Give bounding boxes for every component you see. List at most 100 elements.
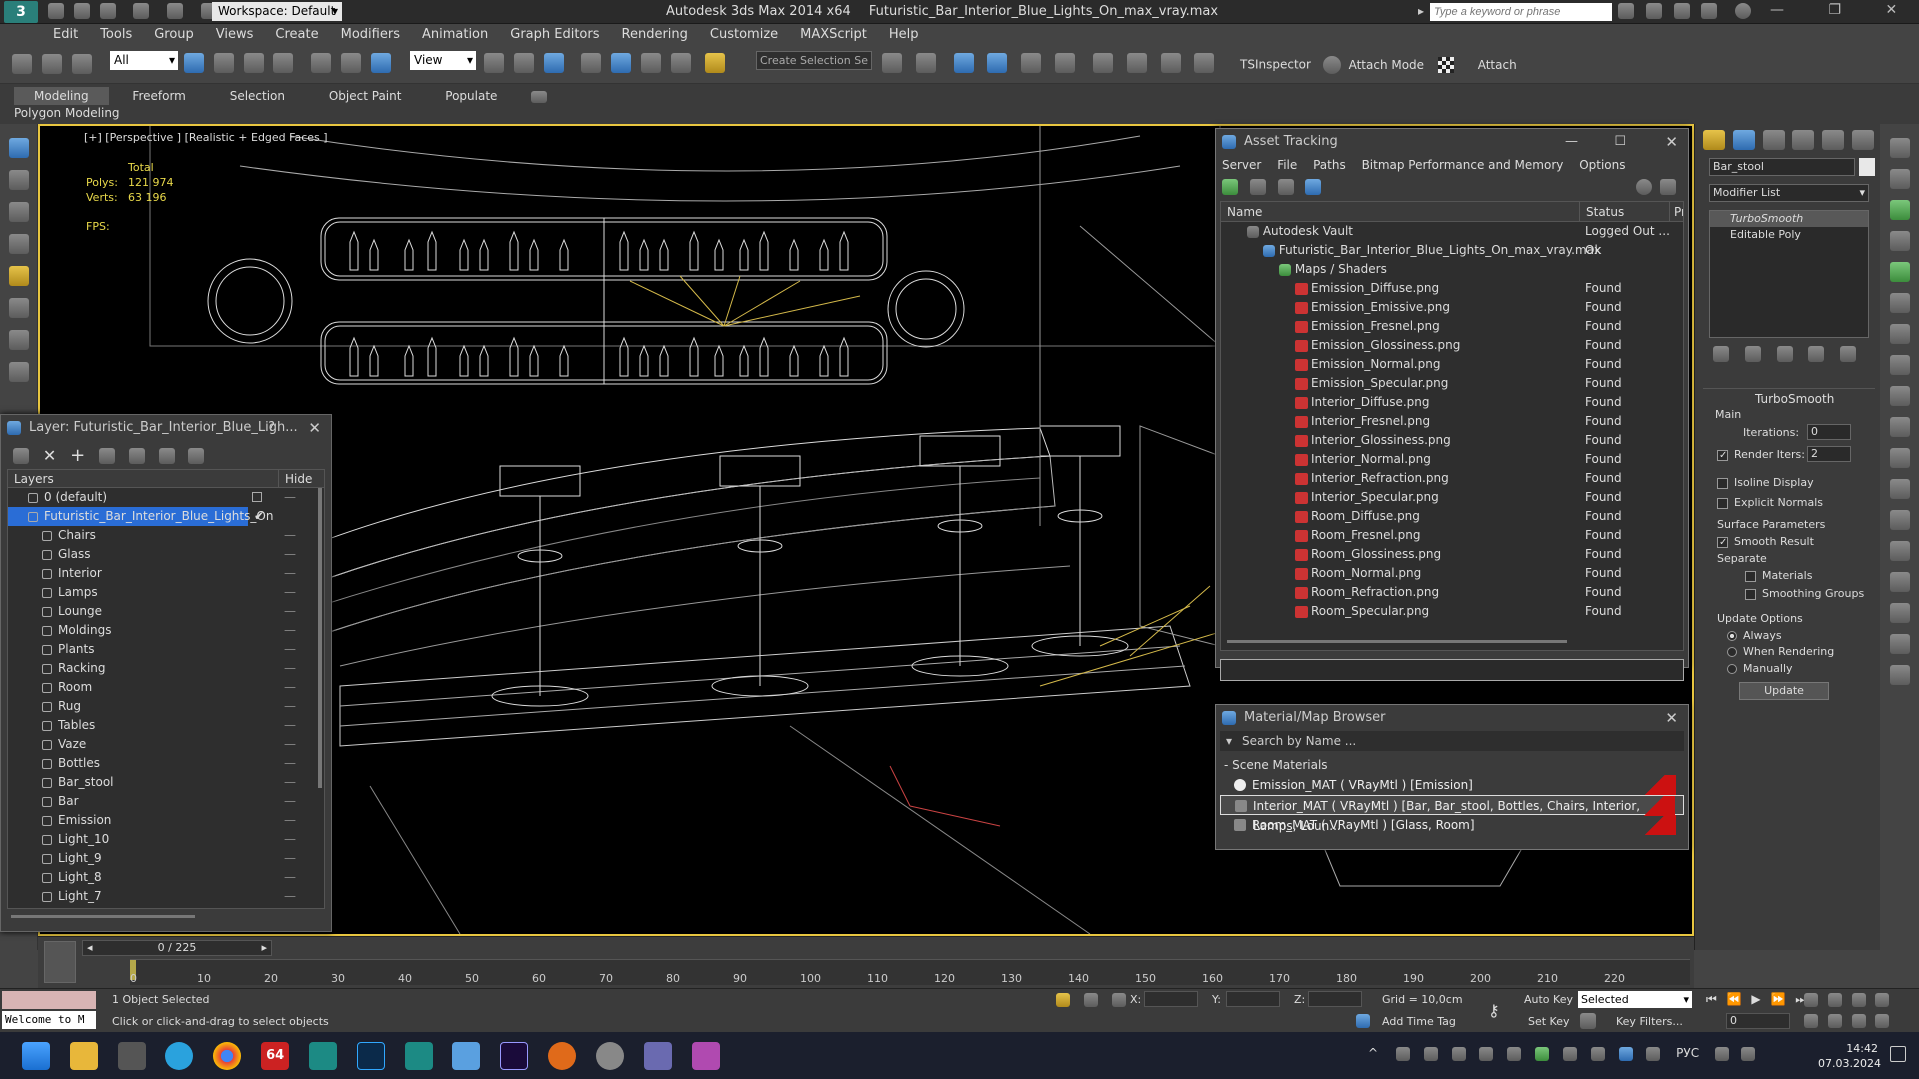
asset-file-row[interactable]: Interior_Refraction.png Found	[1221, 469, 1683, 488]
show-end-result-icon[interactable]	[1744, 346, 1761, 362]
asset-help-icon[interactable]	[1636, 179, 1652, 195]
hide-toggle[interactable]: —	[284, 792, 296, 811]
tray-icon-6[interactable]	[1535, 1046, 1550, 1061]
set-key-button[interactable]: Set Key	[1528, 1015, 1570, 1028]
attach-button[interactable]: Attach	[1478, 58, 1517, 72]
next-key-icon[interactable]: ⏩	[1770, 992, 1785, 1006]
curve-editor-icon[interactable]	[1021, 53, 1042, 73]
set-keys-icon[interactable]	[1580, 1013, 1596, 1029]
rect-selection-icon[interactable]	[243, 53, 264, 73]
app-64-icon[interactable]: 64	[261, 1042, 290, 1070]
menu-edit[interactable]: Edit	[42, 24, 89, 46]
prev-key-icon[interactable]: ⏪	[1727, 992, 1742, 1006]
hide-toggle[interactable]: —	[284, 640, 296, 659]
tray-icon-4[interactable]	[1479, 1046, 1494, 1061]
make-unique-icon[interactable]	[1776, 346, 1793, 362]
asset-file-row[interactable]: Emission_Glossiness.png Found	[1221, 336, 1683, 355]
rotate-icon[interactable]	[341, 53, 362, 73]
notepad-icon[interactable]	[452, 1042, 481, 1070]
pivot-center-icon[interactable]	[484, 53, 504, 73]
active-layer-box[interactable]	[252, 492, 262, 502]
asset-file-row[interactable]: Interior_Specular.png Found	[1221, 488, 1683, 507]
edit-named-selection-icon[interactable]	[704, 53, 725, 73]
hide-toggle[interactable]: —	[284, 526, 296, 545]
menu-graph-editors[interactable]: Graph Editors	[499, 24, 610, 46]
menu-animation[interactable]: Animation	[411, 24, 499, 46]
help-icon[interactable]	[1735, 3, 1752, 19]
layer-child-row[interactable]: Rug —	[8, 697, 324, 716]
named-selection-dropdown[interactable]: Create Selection Se	[756, 51, 872, 70]
next-frame-arrow[interactable]: ▸	[261, 941, 267, 955]
menu-views[interactable]: Views	[205, 24, 265, 46]
open-file-icon[interactable]	[73, 3, 90, 19]
menu-modifiers[interactable]: Modifiers	[330, 24, 411, 46]
layer-child-row[interactable]: Bar —	[8, 792, 324, 811]
layer-child-row[interactable]: Tables —	[8, 716, 324, 735]
language-indicator[interactable]: РУС	[1676, 1046, 1699, 1060]
percent-snap-icon[interactable]	[641, 53, 662, 73]
tree-view-icon[interactable]	[1277, 179, 1294, 195]
ribbon-options-icon[interactable]	[531, 90, 548, 103]
table-view-icon[interactable]	[1305, 179, 1322, 195]
pin-stack-icon[interactable]	[1713, 346, 1729, 362]
rollout-title[interactable]: TurboSmooth	[1755, 392, 1834, 406]
iterations-spinner[interactable]: 0	[1807, 424, 1851, 440]
render-icon-left[interactable]	[9, 362, 29, 382]
chrome-icon[interactable]	[213, 1042, 242, 1070]
x-coord-field[interactable]	[1144, 991, 1198, 1007]
layer-hscrollbar[interactable]	[11, 915, 195, 918]
select-in-layer-icon[interactable]	[98, 447, 115, 464]
hide-toggle[interactable]: —	[284, 659, 296, 678]
selection-filter-dropdown[interactable]: All ▾	[110, 51, 178, 70]
bind-space-warp-icon[interactable]	[71, 54, 92, 74]
menu-create[interactable]: Create	[264, 24, 329, 46]
app-orange-icon[interactable]	[548, 1042, 577, 1070]
layer-row-default[interactable]: 0 (default) —	[8, 488, 324, 507]
object-color-swatch[interactable]	[1859, 158, 1875, 176]
material-row-emission[interactable]: Emission_MAT ( VRayMtl ) [Emission]	[1220, 775, 1684, 795]
auto-key-button[interactable]: Auto Key	[1524, 993, 1573, 1006]
hide-toggle[interactable]: —	[284, 621, 296, 640]
asset-file-row[interactable]: Room_Diffuse.png Found	[1221, 507, 1683, 526]
hide-toggle[interactable]: —	[284, 488, 296, 507]
asset-hscrollbar[interactable]	[1227, 640, 1567, 643]
save-icon[interactable]	[99, 3, 116, 19]
asset-row-vault[interactable]: Autodesk Vault Logged Out ...	[1221, 222, 1683, 241]
tray-icon-3[interactable]	[1451, 1046, 1466, 1061]
hide-toggle[interactable]: —	[284, 773, 296, 792]
select-object-icon[interactable]	[184, 53, 204, 73]
delete-layer-icon[interactable]: ✕	[43, 446, 56, 465]
ribbon-tab-object-paint[interactable]: Object Paint	[309, 87, 422, 105]
menu-rendering[interactable]: Rendering	[611, 24, 699, 46]
object-name-field[interactable]: Bar_stool	[1709, 158, 1855, 176]
layer-child-row[interactable]: Lamps —	[8, 583, 324, 602]
hide-toggle[interactable]: —	[284, 811, 296, 830]
strip-icon-13[interactable]	[1890, 510, 1910, 530]
undo-icon[interactable]	[133, 3, 150, 19]
new-layer-icon[interactable]	[13, 447, 29, 464]
asset-file-row[interactable]: Room_Normal.png Found	[1221, 564, 1683, 583]
scene-explorer-icon[interactable]	[9, 170, 29, 190]
mirror-icon[interactable]	[882, 53, 902, 73]
isolate-icon[interactable]	[1056, 992, 1070, 1007]
strip-icon-14[interactable]	[1890, 541, 1910, 561]
strip-icon-12[interactable]	[1890, 479, 1910, 499]
layer-help-button[interactable]: ?	[268, 415, 275, 441]
motion-tab-icon[interactable]	[1792, 130, 1815, 150]
strip-icon-9[interactable]	[1890, 386, 1910, 406]
tray-icon-5[interactable]	[1507, 1046, 1522, 1061]
hide-toggle[interactable]: —	[284, 678, 296, 697]
stack-item-editable-poly[interactable]: Editable Poly	[1710, 227, 1868, 243]
layer-child-row[interactable]: Plants —	[8, 640, 324, 659]
strip-icon-8[interactable]	[1890, 355, 1910, 375]
material-row-room[interactable]: Room_MAT ( VRayMtl ) [Glass, Room]	[1220, 815, 1684, 835]
hide-toggle[interactable]: —	[284, 830, 296, 849]
asset-menu-server[interactable]: Server	[1222, 158, 1261, 172]
render-icon[interactable]	[1194, 53, 1215, 73]
ribbon-tab-modeling[interactable]: Modeling	[14, 87, 109, 105]
link-icon[interactable]	[12, 54, 32, 74]
layer-child-row[interactable]: Bar_stool —	[8, 773, 324, 792]
asset-menu-file[interactable]: File	[1277, 158, 1297, 172]
strip-icon-11[interactable]	[1890, 448, 1910, 468]
search-expand-arrow[interactable]: ▸	[1418, 4, 1424, 18]
